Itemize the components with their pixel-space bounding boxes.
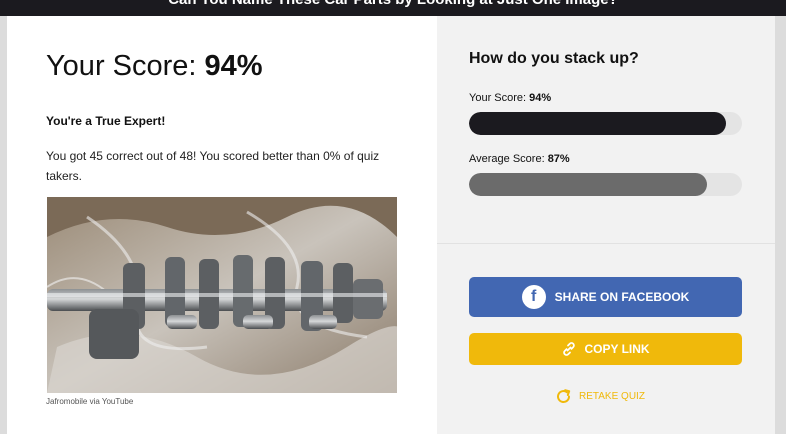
your-score-value: 94% [529, 92, 552, 104]
quiz-title-bar: Can You Name These Car Parts by Looking … [0, 0, 786, 16]
share-facebook-label: SHARE ON FACEBOOK [554, 290, 690, 304]
your-score-label: Your Score: 94% [469, 92, 551, 104]
crankshaft-illustration [47, 197, 397, 393]
score-heading: Your Score: 94% [46, 50, 263, 83]
your-score-bar [469, 112, 742, 135]
average-score-label-text: Average Score: [469, 153, 548, 165]
score-prefix: Your Score: [46, 50, 205, 82]
copy-link-button[interactable]: COPY LINK [469, 333, 742, 365]
panel-divider [437, 243, 775, 244]
comparison-title: How do you stack up? [469, 50, 639, 67]
comparison-panel: How do you stack up? Your Score: 94% Ave… [437, 16, 775, 434]
rank-title: You're a True Expert! [46, 114, 166, 128]
share-facebook-button[interactable]: f SHARE ON FACEBOOK [469, 277, 742, 317]
score-value: 94% [204, 50, 263, 82]
average-score-value: 87% [547, 153, 570, 165]
result-card: Your Score: 94% You're a True Expert! Yo… [7, 16, 775, 434]
retake-quiz-link[interactable]: RETAKE QUIZ [555, 388, 645, 405]
facebook-icon: f [521, 285, 546, 309]
your-score-bar-fill [469, 112, 726, 135]
result-photo-crankshaft [47, 197, 397, 393]
result-panel: Your Score: 94% You're a True Expert! Yo… [7, 16, 437, 434]
refresh-icon [555, 388, 572, 405]
retake-quiz-label: RETAKE QUIZ [579, 391, 645, 402]
quiz-title: Can You Name These Car Parts by Looking … [0, 0, 786, 8]
your-score-label-text: Your Score: [469, 92, 530, 104]
image-credit: Jafromobile via YouTube [46, 397, 134, 406]
average-score-bar-fill [469, 173, 707, 196]
link-icon [561, 341, 577, 357]
copy-link-label: COPY LINK [584, 342, 650, 356]
average-score-label: Average Score: 87% [469, 153, 570, 165]
result-summary: You got 45 correct out of 48! You scored… [46, 149, 380, 183]
average-score-bar [469, 173, 742, 196]
